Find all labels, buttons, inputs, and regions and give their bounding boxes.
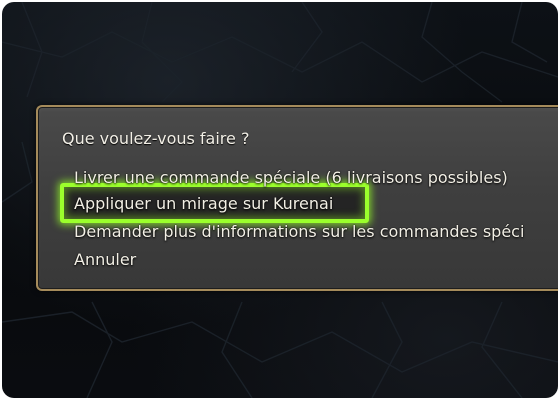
game-screen: Que voulez-vous faire ? Livrer une comma… [2, 2, 558, 398]
option-more-info[interactable]: Demander plus d'informations sur les com… [74, 222, 524, 241]
option-deliver-special-order[interactable]: Livrer une commande spéciale (6 livraiso… [74, 168, 508, 187]
choice-dialog: Que voulez-vous faire ? Livrer une comma… [36, 105, 558, 291]
option-apply-glamour[interactable]: Appliquer un mirage sur Kurenai [74, 194, 333, 213]
dialog-prompt: Que voulez-vous faire ? [62, 129, 250, 148]
option-cancel[interactable]: Annuler [74, 250, 136, 269]
